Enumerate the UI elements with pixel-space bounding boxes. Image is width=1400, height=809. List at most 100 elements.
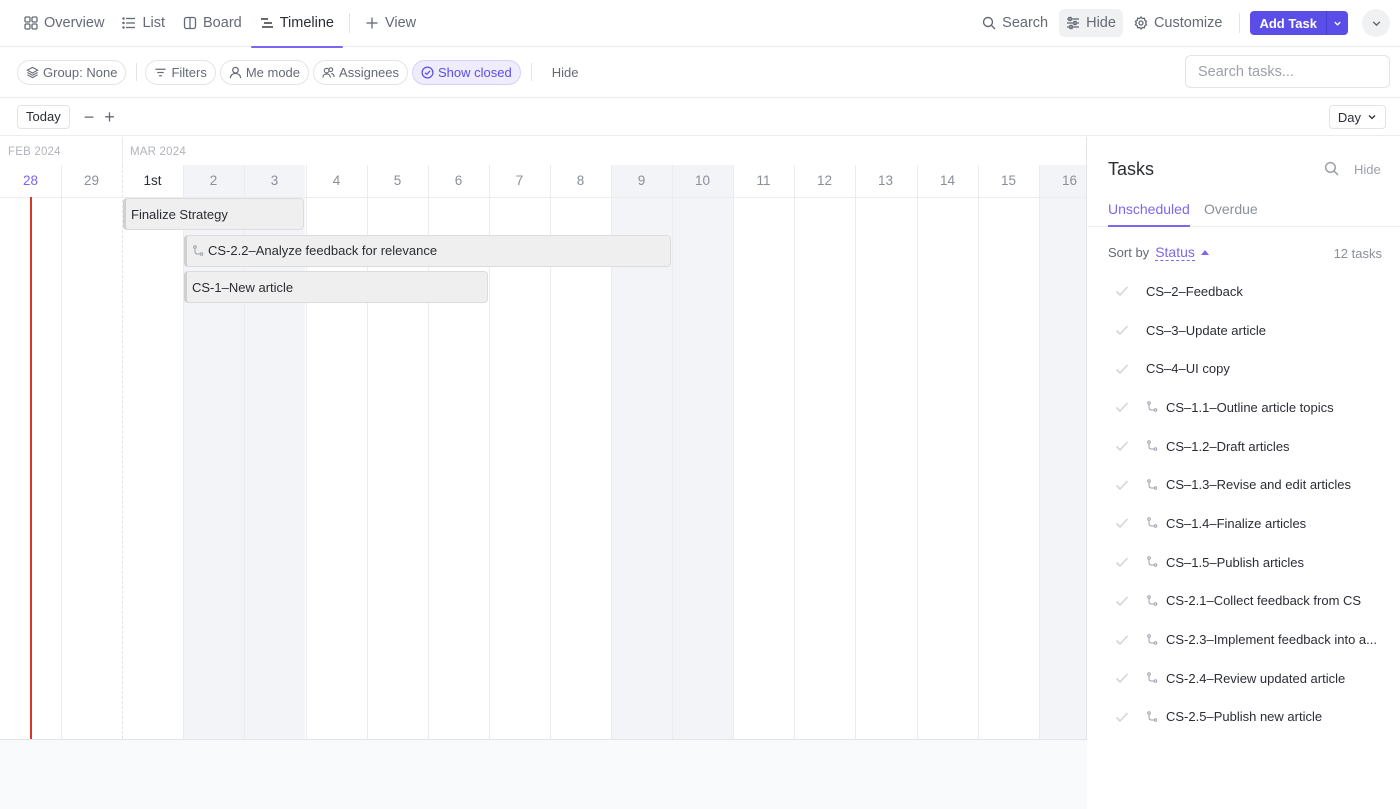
scale-select[interactable]: Day — [1328, 105, 1386, 129]
sort-direction-icon[interactable] — [1200, 250, 1209, 255]
month-label: MAR 2024 — [130, 146, 186, 158]
search-icon — [982, 16, 996, 30]
check-icon[interactable] — [1114, 632, 1130, 648]
add-task-dropdown[interactable] — [1326, 11, 1348, 35]
hide-label: Hide — [1086, 15, 1116, 31]
user-icon — [229, 66, 242, 78]
tab-label: List — [142, 15, 166, 31]
day-label: 1st — [143, 173, 162, 188]
unscheduled-task-item[interactable]: CS-2.3–Implement feedback into a... — [1088, 620, 1400, 659]
chevron-down-icon — [1368, 115, 1376, 120]
tab-unscheduled[interactable]: Unscheduled — [1108, 201, 1190, 227]
tab-overdue[interactable]: Overdue — [1204, 201, 1258, 225]
task-bar[interactable]: Finalize Strategy — [123, 198, 304, 230]
customize-button[interactable]: Customize — [1127, 9, 1230, 37]
me-mode-chip[interactable]: Me mode — [219, 59, 310, 85]
today-button[interactable]: Today — [17, 104, 70, 129]
group-by-chip[interactable]: Group: None — [17, 59, 127, 85]
task-bar-label: CS-1–New article — [192, 279, 294, 295]
day-label: 12 — [816, 173, 833, 188]
subtask-icon — [1147, 556, 1158, 567]
check-icon[interactable] — [1114, 438, 1130, 454]
gear-icon — [1134, 16, 1148, 30]
search-icon — [1324, 161, 1339, 176]
tab-label: Board — [203, 15, 242, 31]
search-tasks-input[interactable] — [1185, 55, 1390, 88]
hide-button[interactable]: Hide — [1059, 9, 1123, 37]
subtask-icon — [1147, 711, 1158, 722]
check-icon[interactable] — [1114, 709, 1130, 725]
task-name: CS–4–UI copy — [1146, 361, 1230, 377]
scale-label: Day — [1337, 109, 1361, 125]
add-view-label: View — [384, 15, 417, 31]
unscheduled-task-item[interactable]: CS-2.5–Publish new article — [1088, 698, 1400, 737]
check-icon[interactable] — [1114, 477, 1130, 493]
panel-search-button[interactable] — [1324, 161, 1339, 181]
filters-chip[interactable]: Filters — [145, 59, 216, 85]
unscheduled-task-item[interactable]: CS–2–Feedback — [1088, 272, 1400, 311]
more-options-button[interactable] — [1362, 9, 1390, 37]
day-label: 13 — [877, 173, 894, 188]
day-column — [61, 165, 122, 739]
me-mode-label: Me mode — [245, 64, 301, 80]
tab-label: Overview — [44, 15, 105, 31]
unscheduled-task-item[interactable]: CS–1.2–Draft articles — [1088, 427, 1400, 466]
check-icon[interactable] — [1114, 515, 1130, 531]
unscheduled-task-item[interactable]: CS-2.1–Collect feedback from CS — [1088, 582, 1400, 621]
divider — [348, 13, 350, 33]
today-marker — [30, 197, 32, 739]
unscheduled-task-item[interactable]: CS–1.1–Outline article topics — [1088, 388, 1400, 427]
task-bar[interactable]: CS-1–New article — [184, 271, 488, 303]
unscheduled-task-item[interactable]: CS–4–UI copy — [1088, 349, 1400, 388]
overview-icon — [24, 16, 38, 30]
task-name: CS-2.4–Review updated article — [1166, 670, 1346, 686]
sort-field-select[interactable]: Status — [1155, 244, 1195, 261]
check-icon[interactable] — [1114, 322, 1130, 338]
zoom-in-button[interactable]: + — [104, 108, 115, 126]
check-icon[interactable] — [1114, 283, 1130, 299]
filter-icon — [155, 68, 167, 76]
tab-overview[interactable]: Overview — [24, 0, 113, 47]
divider — [1239, 13, 1241, 33]
show-closed-chip[interactable]: Show closed — [412, 59, 521, 85]
assignees-chip[interactable]: Assignees — [313, 59, 409, 85]
check-icon[interactable] — [1114, 670, 1130, 686]
check-icon[interactable] — [1114, 554, 1130, 570]
subtask-icon — [1147, 517, 1158, 529]
add-task-label: Add Task — [1259, 15, 1317, 31]
search-button[interactable]: Search — [975, 9, 1055, 37]
timeline-toolbar: Today − + Day — [0, 98, 1400, 136]
view-tabs-bar: Overview List Board Timeline View Search… — [0, 0, 1400, 48]
zoom-out-button[interactable]: − — [84, 108, 95, 126]
unscheduled-task-item[interactable]: CS–1.3–Revise and edit articles — [1088, 465, 1400, 504]
task-bar[interactable]: CS-2.2–Analyze feedback for relevance — [184, 234, 671, 267]
plus-icon — [366, 17, 378, 29]
unscheduled-task-item[interactable]: CS–1.4–Finalize articles — [1088, 504, 1400, 543]
chevron-down-icon — [1334, 21, 1341, 26]
tab-list[interactable]: List — [113, 0, 174, 47]
tab-board[interactable]: Board — [174, 0, 251, 47]
check-icon[interactable] — [1114, 593, 1130, 609]
sort-row: Sort by Status — [1108, 244, 1209, 261]
day-label: 8 — [576, 173, 585, 188]
unscheduled-task-item[interactable]: CS-2.4–Review updated article — [1088, 659, 1400, 698]
hide-filters-button[interactable]: Hide — [552, 65, 579, 80]
assignees-label: Assignees — [339, 64, 400, 80]
tab-timeline[interactable]: Timeline — [250, 0, 344, 48]
show-closed-label: Show closed — [438, 64, 512, 80]
unscheduled-task-item[interactable]: CS–1.5–Publish articles — [1088, 543, 1400, 582]
add-task-button[interactable]: Add Task — [1250, 11, 1348, 35]
check-icon[interactable] — [1114, 361, 1130, 377]
month-divider — [122, 137, 123, 165]
task-name: CS–1.1–Outline article topics — [1166, 399, 1334, 415]
month-label: FEB 2024 — [8, 146, 61, 158]
check-icon[interactable] — [1114, 399, 1130, 415]
unscheduled-task-item[interactable]: CS–3–Update article — [1088, 311, 1400, 350]
panel-hide-button[interactable]: Hide — [1354, 162, 1381, 177]
day-column — [917, 165, 978, 739]
unscheduled-task-list: CS–2–Feedback CS–3–Update article CS–4–UI … — [1088, 272, 1400, 736]
timeline-icon — [260, 18, 273, 28]
group-label: Group: None — [43, 64, 118, 80]
filters-label: Filters — [171, 64, 207, 80]
add-view-button[interactable]: View — [356, 0, 425, 47]
